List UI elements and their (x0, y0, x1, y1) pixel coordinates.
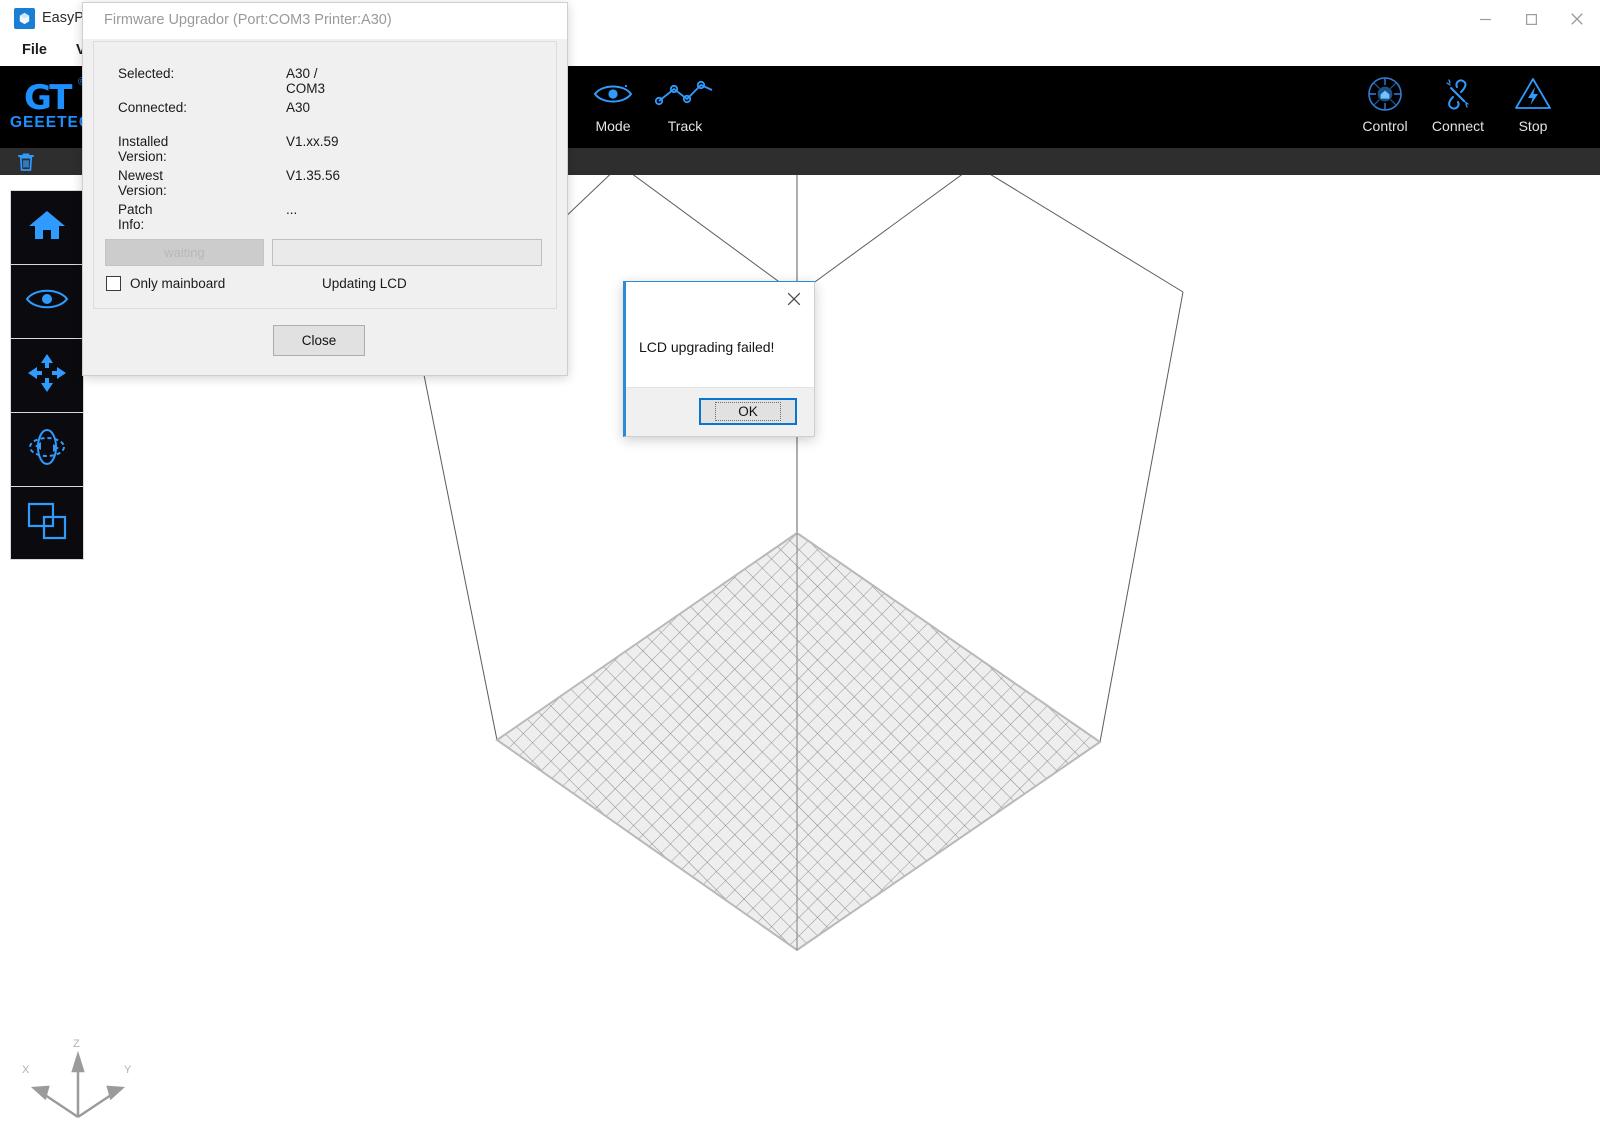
window-controls (1462, 0, 1600, 38)
move-arrows-icon (26, 352, 68, 399)
field-label-installed-version: Installed Version: (118, 134, 169, 164)
field-value-newest-version: V1.35.56 (286, 168, 341, 183)
broken-link-icon (1423, 74, 1493, 114)
rotate-icon (25, 426, 69, 473)
field-value-installed-version: V1.xx.59 (286, 134, 339, 149)
sidebar-item-home[interactable] (10, 190, 84, 264)
sidebar-item-move[interactable] (10, 338, 84, 412)
toolbar-label-track: Track (667, 118, 703, 134)
close-button[interactable]: Close (273, 325, 365, 356)
minimize-icon[interactable] (1462, 0, 1508, 38)
toolbar-label-mode: Mode (595, 118, 631, 134)
toolbar-label-control: Control (1362, 118, 1408, 134)
eye-icon (578, 74, 648, 114)
upgrade-status-text: Updating LCD (322, 276, 407, 291)
toolbar-label-stop: Stop (1518, 118, 1548, 134)
field-value-connected: A30 (286, 100, 311, 115)
firmware-upgrador-dialog: Firmware Upgrador (Port:COM3 Printer:A30… (82, 2, 568, 376)
eye-icon (24, 285, 70, 318)
axis-gizmo: Z X Y (18, 1025, 138, 1125)
only-mainboard-label: Only mainboard (130, 276, 226, 291)
field-label-patch-info: Patch Info: (118, 202, 153, 232)
ok-button[interactable]: OK (699, 398, 797, 425)
sidebar-item-rotate[interactable] (10, 412, 84, 486)
firmware-dialog-title: Firmware Upgrador (Port:COM3 Printer:A30… (104, 12, 392, 28)
field-label-selected: Selected: (118, 66, 175, 81)
app-icon (14, 8, 35, 29)
only-mainboard-checkbox[interactable]: Only mainboard (106, 276, 225, 291)
toolbar-button-stop[interactable]: Stop (1498, 74, 1568, 134)
menu-item-file[interactable]: File (22, 42, 47, 58)
toolbar-button-control[interactable]: Control (1350, 74, 1420, 134)
sidebar-item-scale[interactable] (10, 486, 84, 560)
toolbar-label-connect: Connect (1431, 118, 1485, 134)
trash-icon[interactable] (12, 150, 40, 174)
close-icon[interactable] (782, 288, 806, 310)
maximize-icon[interactable] (1508, 0, 1554, 38)
ok-button-label: OK (715, 402, 781, 421)
svg-text:Y: Y (124, 1064, 132, 1076)
sidebar-item-view[interactable] (10, 264, 84, 338)
field-value-patch-info: ... (286, 202, 298, 217)
field-label-connected: Connected: (118, 100, 188, 115)
svg-text:X: X (22, 1064, 30, 1076)
left-toolbar (10, 190, 84, 560)
application-window: EasyPrint 3D File View GT ® GEEETECH (0, 0, 1600, 1119)
toolbar-button-connect[interactable]: Connect (1423, 74, 1493, 134)
firmware-dialog-titlebar: Firmware Upgrador (Port:COM3 Printer:A30… (83, 3, 567, 40)
toolbar-button-track[interactable]: Track (650, 74, 720, 134)
close-icon[interactable] (1554, 0, 1600, 38)
checkbox-box[interactable] (106, 276, 121, 291)
control-pad-icon (1350, 74, 1420, 114)
scale-squares-icon (26, 501, 68, 546)
svg-text:Z: Z (73, 1038, 80, 1050)
field-value-selected: A30 / COM3 (286, 66, 326, 96)
message-box-footer: OK (626, 387, 814, 436)
line-chart-icon (650, 74, 720, 114)
error-message-box: LCD upgrading failed! OK (623, 281, 815, 437)
error-message-text: LCD upgrading failed! (639, 339, 775, 355)
home-icon (26, 206, 68, 249)
logo-mark: GT (24, 78, 72, 118)
upgrade-progress-bar (272, 239, 542, 266)
field-label-newest-version: Newest Version: (118, 168, 167, 198)
stop-lightning-icon (1498, 74, 1568, 114)
upgrade-action-button[interactable]: waiting (105, 239, 264, 266)
toolbar-button-mode[interactable]: Mode (578, 74, 648, 134)
firmware-dialog-body: Selected: A30 / COM3 Connected: A30 Inst… (93, 41, 557, 309)
